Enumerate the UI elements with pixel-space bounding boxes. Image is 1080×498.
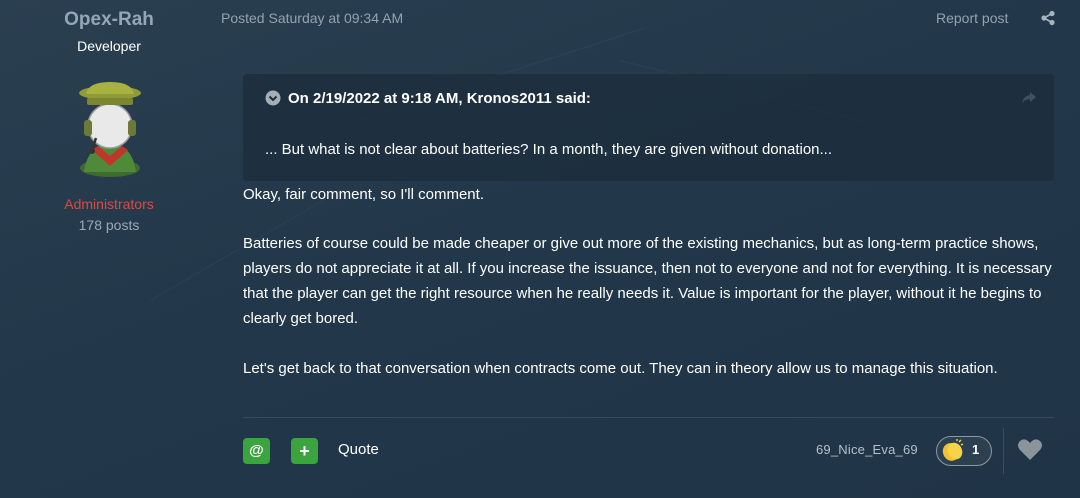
quote-button[interactable]: Quote bbox=[338, 441, 379, 458]
report-post-link[interactable]: Report post bbox=[936, 10, 1008, 26]
avatar[interactable] bbox=[68, 80, 152, 180]
heart-icon[interactable] bbox=[1017, 438, 1043, 462]
separator bbox=[1003, 428, 1004, 474]
post-paragraph: Okay, fair comment, so I'll comment. bbox=[243, 186, 484, 203]
clapping-hands-icon bbox=[940, 439, 964, 463]
author-post-count: 178 posts bbox=[78, 217, 140, 233]
author-title: Developer bbox=[77, 38, 141, 54]
mention-button[interactable]: @ bbox=[243, 438, 270, 464]
post-paragraph: Batteries of course could be made cheape… bbox=[243, 235, 1052, 327]
author-group: Administrators bbox=[64, 196, 154, 212]
quote-block: On 2/19/2022 at 9:18 AM, Kronos2011 said… bbox=[243, 74, 1054, 181]
reaction-summary[interactable]: 1 bbox=[936, 436, 992, 466]
reaction-count: 1 bbox=[972, 442, 980, 457]
multiquote-button[interactable]: + bbox=[291, 438, 318, 464]
share-icon[interactable] bbox=[1040, 10, 1056, 26]
author-name[interactable]: Opex-Rah bbox=[0, 9, 218, 31]
quote-citation: On 2/19/2022 at 9:18 AM, Kronos2011 said… bbox=[288, 90, 591, 107]
divider bbox=[243, 417, 1054, 418]
quote-text: ... But what is not clear about batterie… bbox=[265, 141, 833, 158]
reacted-user-link[interactable]: 69_Nice_Eva_69 bbox=[816, 442, 918, 457]
post-date[interactable]: Posted Saturday at 09:34 AM bbox=[221, 10, 403, 26]
post-paragraph: Let's get back to that conversation when… bbox=[243, 360, 998, 377]
share-arrow-icon[interactable] bbox=[1021, 91, 1037, 105]
chevron-down-circle-icon[interactable] bbox=[265, 90, 281, 106]
